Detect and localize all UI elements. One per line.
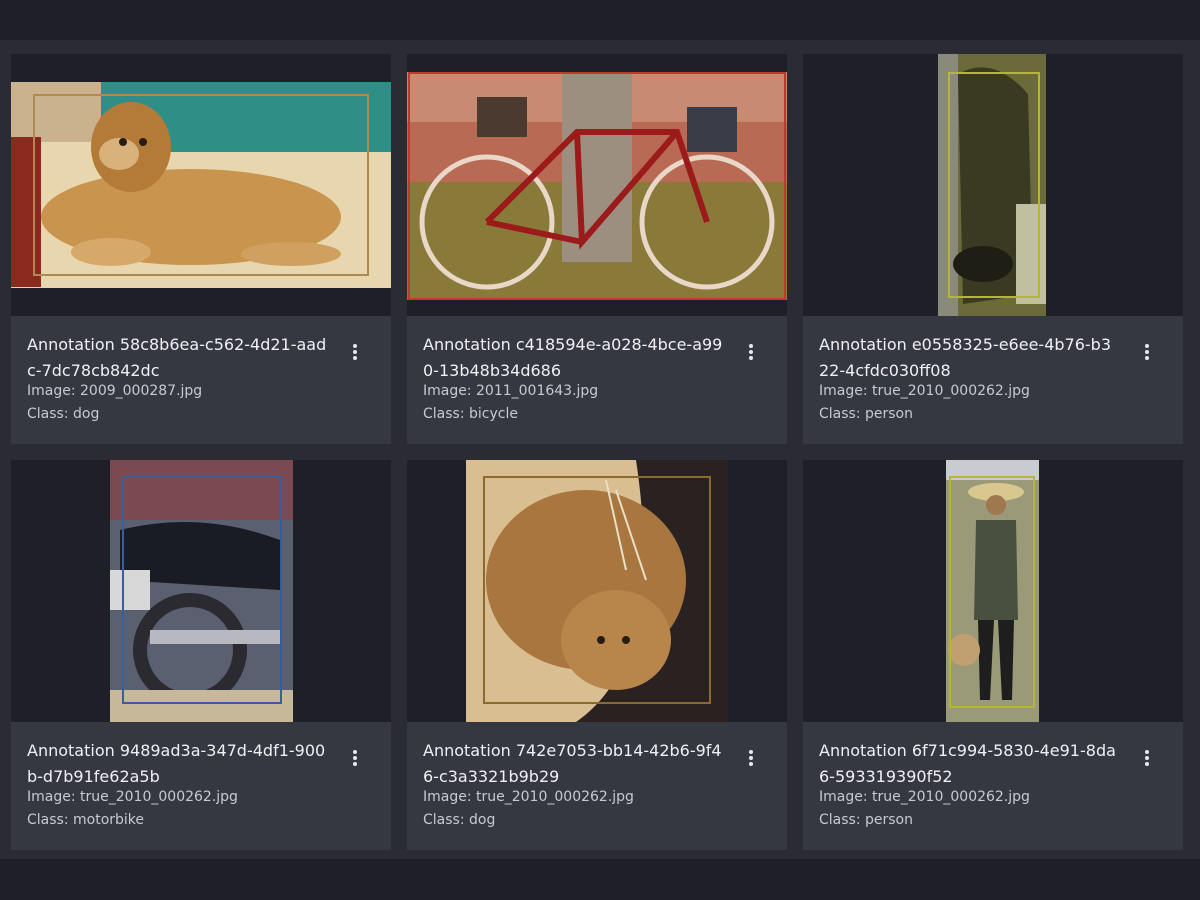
- class-label: Class: bicycle: [423, 406, 518, 422]
- annotation-card[interactable]: Annotation e0558325-e6ee-4b76-b322-4cfdc…: [803, 54, 1183, 444]
- top-bar: [0, 0, 1200, 40]
- more-vert-icon[interactable]: [1137, 342, 1157, 362]
- annotation-thumbnail[interactable]: [803, 460, 1183, 722]
- annotation-info: Annotation 6f71c994-5830-4e91-8da6-59331…: [803, 722, 1183, 850]
- annotation-info: Annotation 9489ad3a-347d-4df1-900b-d7b91…: [11, 722, 391, 850]
- annotation-thumbnail[interactable]: [407, 460, 787, 722]
- class-label: Class: motorbike: [27, 812, 145, 828]
- class-label: Class: dog: [27, 406, 100, 422]
- annotation-info: Annotation 742e7053-bb14-42b6-9f46-c3a33…: [407, 722, 787, 850]
- annotation-card[interactable]: Annotation 58c8b6ea-c562-4d21-aadc-7dc78…: [11, 54, 391, 444]
- annotation-title: Annotation 6f71c994-5830-4e91-8da6-59331…: [819, 741, 1116, 786]
- class-label: Class: person: [819, 812, 913, 828]
- bounding-box: [122, 476, 282, 704]
- annotation-card[interactable]: Annotation 6f71c994-5830-4e91-8da6-59331…: [803, 460, 1183, 850]
- annotation-card[interactable]: Annotation c418594e-a028-4bce-a990-13b48…: [407, 54, 787, 444]
- image-filename: Image: 2011_001643.jpg: [423, 383, 599, 399]
- annotation-card[interactable]: Annotation 742e7053-bb14-42b6-9f46-c3a33…: [407, 460, 787, 850]
- annotation-title: Annotation 58c8b6ea-c562-4d21-aadc-7dc78…: [27, 335, 327, 380]
- more-vert-icon[interactable]: [741, 748, 761, 768]
- more-vert-icon[interactable]: [345, 748, 365, 768]
- bounding-box: [483, 476, 711, 704]
- annotation-info: Annotation 58c8b6ea-c562-4d21-aadc-7dc78…: [11, 316, 391, 444]
- annotation-title: Annotation 742e7053-bb14-42b6-9f46-c3a33…: [423, 741, 722, 786]
- image-filename: Image: true_2010_000262.jpg: [27, 789, 238, 805]
- image-filename: Image: 2009_000287.jpg: [27, 383, 203, 399]
- annotation-card[interactable]: Annotation 9489ad3a-347d-4df1-900b-d7b91…: [11, 460, 391, 850]
- image-filename: Image: true_2010_000262.jpg: [423, 789, 634, 805]
- bottom-bar: [0, 859, 1200, 900]
- annotation-info: Annotation c418594e-a028-4bce-a990-13b48…: [407, 316, 787, 444]
- more-vert-icon[interactable]: [345, 342, 365, 362]
- class-label: Class: dog: [423, 812, 496, 828]
- bounding-box: [33, 94, 369, 276]
- annotation-thumbnail[interactable]: [407, 54, 787, 316]
- annotation-title: Annotation 9489ad3a-347d-4df1-900b-d7b91…: [27, 741, 326, 786]
- image-filename: Image: true_2010_000262.jpg: [819, 383, 1030, 399]
- image-filename: Image: true_2010_000262.jpg: [819, 789, 1030, 805]
- annotation-thumbnail[interactable]: [11, 54, 391, 316]
- bounding-box: [949, 476, 1035, 708]
- bounding-box: [948, 72, 1040, 298]
- annotation-title: Annotation e0558325-e6ee-4b76-b322-4cfdc…: [819, 335, 1111, 380]
- annotation-thumbnail[interactable]: [11, 460, 391, 722]
- more-vert-icon[interactable]: [1137, 748, 1157, 768]
- annotation-gallery: Annotation 58c8b6ea-c562-4d21-aadc-7dc78…: [0, 40, 1200, 859]
- annotation-thumbnail[interactable]: [803, 54, 1183, 316]
- annotation-info: Annotation e0558325-e6ee-4b76-b322-4cfdc…: [803, 316, 1183, 444]
- more-vert-icon[interactable]: [741, 342, 761, 362]
- bounding-box: [408, 72, 786, 300]
- annotation-title: Annotation c418594e-a028-4bce-a990-13b48…: [423, 335, 723, 380]
- class-label: Class: person: [819, 406, 913, 422]
